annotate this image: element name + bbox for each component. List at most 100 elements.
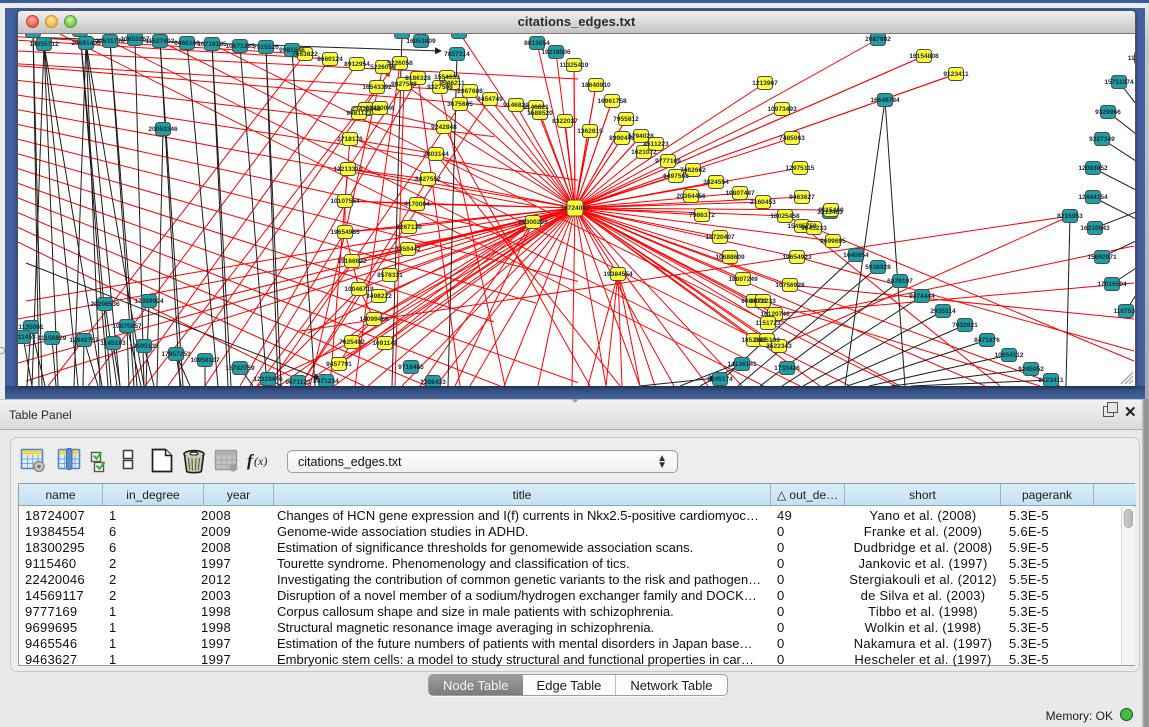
svg-text:12323446: 12323446	[253, 376, 283, 383]
svg-text:16210643: 16210643	[1080, 225, 1110, 232]
svg-text:6497568: 6497568	[663, 173, 689, 180]
svg-text:20053346: 20053346	[148, 126, 178, 133]
svg-text:8578331: 8578331	[377, 272, 403, 279]
svg-text:16648784: 16648784	[870, 97, 900, 104]
svg-text:10654112: 10654112	[995, 352, 1024, 359]
svg-text:19654985: 19654985	[330, 229, 360, 236]
svg-text:8215953: 8215953	[1057, 213, 1083, 220]
svg-text:(x): (x)	[254, 454, 267, 468]
svg-text:7857214: 7857214	[444, 51, 470, 58]
svg-text:10688609: 10688609	[715, 254, 745, 261]
svg-text:9242848: 9242848	[431, 124, 457, 131]
svg-text:16961758: 16961758	[597, 98, 627, 105]
svg-text:10973493: 10973493	[767, 106, 797, 113]
svg-text:11325419: 11325419	[560, 62, 589, 69]
svg-text:10046718: 10046718	[344, 286, 374, 293]
svg-text:11123456: 11123456	[1128, 55, 1135, 62]
svg-text:8186328: 8186328	[405, 75, 431, 82]
svg-text:10958107: 10958107	[190, 357, 220, 364]
svg-text:2087682: 2087682	[865, 36, 891, 43]
svg-text:10975857: 10975857	[112, 323, 142, 330]
svg-text:1213967: 1213967	[752, 80, 778, 87]
svg-text:6879197: 6879197	[887, 278, 913, 285]
svg-text:5226058: 5226058	[387, 60, 413, 67]
svg-text:9123411: 9123411	[943, 71, 969, 78]
svg-text:19166822: 19166822	[337, 258, 367, 265]
svg-text:3911453: 3911453	[18, 334, 36, 341]
svg-text:8912954: 8912954	[344, 61, 370, 68]
svg-text:2803144: 2803144	[423, 151, 449, 158]
svg-text:11527602: 11527602	[146, 38, 175, 45]
svg-text:8660124: 8660124	[317, 56, 343, 63]
svg-text:10025458: 10025458	[770, 213, 800, 220]
svg-text:5359442: 5359442	[395, 246, 421, 253]
svg-text:16543392: 16543392	[362, 84, 392, 91]
svg-text:8813054: 8813054	[524, 40, 550, 47]
svg-text:8454749: 8454749	[477, 96, 503, 103]
svg-text:12942757: 12942757	[69, 337, 99, 344]
svg-text:2160453: 2160453	[750, 199, 776, 206]
svg-text:7032621: 7032621	[952, 322, 978, 329]
svg-text:15751074: 15751074	[1104, 79, 1134, 86]
svg-text:20206536: 20206536	[90, 301, 120, 308]
svg-text:8471676: 8471676	[974, 337, 1000, 344]
svg-text:9327508: 9327508	[427, 84, 453, 91]
svg-text:9245052: 9245052	[1018, 366, 1044, 373]
svg-text:2718176: 2718176	[337, 136, 363, 143]
svg-text:7625402: 7625402	[339, 339, 365, 346]
svg-text:2235992: 2235992	[20, 34, 46, 35]
svg-text:7663822: 7663822	[292, 51, 318, 58]
svg-text:1362615: 1362615	[577, 128, 603, 135]
svg-text:8267130: 8267130	[396, 224, 422, 231]
svg-text:19218506: 19218506	[541, 49, 571, 56]
svg-text:9716485: 9716485	[398, 364, 424, 371]
svg-text:1640954: 1640954	[843, 252, 869, 259]
svg-text:10756928: 10756928	[775, 282, 805, 289]
svg-text:3498222: 3498222	[366, 293, 392, 300]
svg-text:7462662: 7462662	[680, 167, 706, 174]
svg-text:18640910: 18640910	[581, 82, 611, 89]
svg-text:7955812: 7955812	[613, 116, 639, 123]
svg-text:1691144: 1691144	[372, 340, 398, 347]
svg-text:1135061: 1135061	[18, 324, 44, 331]
svg-text:4511223: 4511223	[643, 141, 669, 148]
svg-text:9827508: 9827508	[391, 81, 417, 88]
svg-text:16053809: 16053809	[387, 34, 417, 36]
svg-text:9329966: 9329966	[1095, 109, 1121, 116]
svg-text:10719185: 10719185	[197, 41, 227, 48]
svg-text:12975115: 12975115	[786, 165, 815, 172]
svg-text:16053809: 16053809	[406, 38, 436, 45]
svg-text:14055712: 14055712	[29, 41, 59, 48]
svg-text:1151723: 1151723	[755, 320, 781, 327]
svg-text:17359924: 17359924	[134, 298, 164, 305]
svg-text:7485063: 7485063	[779, 135, 805, 142]
svg-text:8427552: 8427552	[415, 176, 441, 183]
svg-text:17957253: 17957253	[161, 351, 191, 358]
svg-text:3824554: 3824554	[703, 179, 729, 186]
svg-text:9699695: 9699695	[820, 238, 846, 245]
svg-text:7515526: 7515526	[253, 44, 279, 51]
svg-text:10807487: 10807487	[725, 190, 755, 197]
svg-text:1298433: 1298433	[420, 379, 446, 386]
svg-text:1588520: 1588520	[527, 110, 553, 117]
svg-text:17016504: 17016504	[1097, 281, 1127, 288]
svg-text:18724007: 18724007	[560, 205, 590, 212]
svg-text:9671123: 9671123	[285, 379, 311, 386]
svg-text:9115460: 9115460	[818, 207, 844, 214]
svg-text:9227349: 9227349	[1089, 136, 1115, 143]
svg-text:15692971: 15692971	[1087, 254, 1117, 261]
svg-text:16782759: 16782759	[225, 365, 255, 372]
svg-text:8123411: 8123411	[1038, 377, 1064, 384]
svg-text:16154808: 16154808	[909, 53, 939, 60]
svg-text:4170064: 4170064	[404, 201, 430, 208]
svg-text:18807249: 18807249	[728, 276, 758, 283]
svg-text:12444154: 12444154	[1078, 194, 1108, 201]
svg-text:25300293: 25300293	[518, 219, 548, 226]
svg-text:19384554: 19384554	[603, 271, 633, 278]
svg-text:8813054: 8813054	[446, 34, 472, 36]
svg-text:10671385: 10671385	[225, 43, 255, 50]
svg-text:1733426: 1733426	[774, 365, 800, 372]
svg-text:9641233: 9641233	[801, 225, 827, 232]
svg-text:1167535: 1167535	[1113, 308, 1135, 315]
svg-text:12093852: 12093852	[1078, 165, 1108, 172]
